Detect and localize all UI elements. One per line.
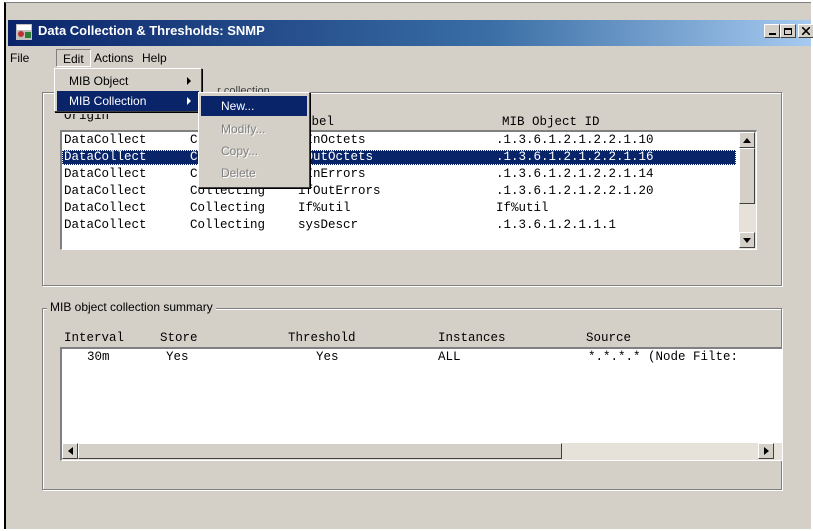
collection-header: Origin abel MIB Object ID: [64, 114, 754, 128]
col-mib-object-id[interactable]: MIB Object ID: [502, 115, 600, 128]
row-mib-id: .1.3.6.1.2.1.1.1: [496, 218, 617, 232]
close-icon: [802, 27, 810, 35]
minimize-icon: [768, 33, 776, 35]
collection-row[interactable]: DataCollect Collecting ifOutErrors .1.3.6.1…: [62, 184, 736, 199]
row-status: C: [190, 167, 198, 181]
menu-mib-object-label: MIB Object: [69, 74, 129, 88]
row-label: ifOutErrors: [298, 184, 381, 198]
maximize-icon: [784, 27, 792, 35]
col-interval[interactable]: Interval: [64, 331, 124, 345]
collection-row[interactable]: DataCollect CfInErrors .1.3.6.1.2.1.2.2.1.…: [62, 167, 736, 182]
row-origin: DataCollect: [64, 201, 147, 215]
row-mib-id: If%util: [496, 201, 549, 215]
row-label: If%util: [298, 201, 351, 215]
menu-delete[interactable]: Delete: [201, 163, 307, 183]
menu-mib-collection-label: MIB Collection: [69, 94, 147, 108]
title-bar[interactable]: Data Collection & Thresholds: SNMP: [8, 20, 813, 46]
menu-modify[interactable]: Modify...: [201, 119, 307, 139]
summary-interval: 30m: [87, 350, 110, 364]
row-origin: DataCollect: [64, 150, 147, 164]
row-origin: DataCollect: [64, 167, 147, 181]
collection-list[interactable]: DataCollect CfInOctets .1.3.6.1.2.1.2.2.1.…: [60, 130, 757, 250]
col-instances[interactable]: Instances: [438, 331, 506, 345]
hscroll-thumb[interactable]: [78, 443, 562, 459]
row-status: C: [190, 133, 198, 147]
scroll-right-button[interactable]: [758, 443, 774, 459]
menu-mib-collection[interactable]: MIB Collection: [57, 91, 199, 111]
menu-new[interactable]: New...: [201, 96, 307, 116]
row-label: sysDescr: [298, 218, 359, 232]
summary-group-label: MIB object collection summary: [47, 300, 216, 314]
row-origin: DataCollect: [64, 133, 147, 147]
menu-mib-object[interactable]: MIB Object: [57, 71, 199, 91]
row-mib-id: .1.3.6.1.2.1.2.2.1.14: [496, 167, 654, 181]
edit-menu: MIB Object MIB Collection: [54, 68, 202, 112]
scroll-thumb[interactable]: [739, 148, 755, 204]
arrow-down-icon: [743, 237, 751, 243]
col-threshold[interactable]: Threshold: [288, 331, 356, 345]
arrow-left-icon: [67, 447, 73, 455]
summary-header: Interval Store Threshold Instances Sourc…: [64, 331, 764, 347]
collection-submenu: New... Modify... Copy... Delete: [198, 92, 310, 188]
collection-row[interactable]: DataCollect CfOutOctets .1.3.6.1.2.1.2.2.1…: [62, 150, 736, 165]
close-button[interactable]: [798, 24, 813, 38]
row-mib-id: .1.3.6.1.2.1.2.2.1.16: [496, 150, 654, 164]
summary-hscroll[interactable]: [62, 443, 782, 460]
summary-list[interactable]: 30m Yes Yes ALL *.*.*.* (Node Filte:: [60, 347, 782, 461]
summary-store: Yes: [166, 350, 189, 364]
row-mib-id: .1.3.6.1.2.1.2.2.1.20: [496, 184, 654, 198]
summary-instances: ALL: [438, 350, 461, 364]
menu-edit[interactable]: Edit: [56, 49, 91, 67]
minimize-button[interactable]: [764, 24, 780, 38]
submenu-arrow-icon: [187, 97, 191, 105]
menu-actions[interactable]: Actions: [88, 49, 139, 67]
summary-threshold: Yes: [316, 350, 339, 364]
menu-copy[interactable]: Copy...: [201, 141, 307, 161]
scroll-up-button[interactable]: [739, 132, 755, 148]
app-icon: [16, 24, 32, 40]
menu-file[interactable]: File: [4, 49, 35, 67]
row-status: C: [190, 150, 198, 164]
col-store[interactable]: Store: [160, 331, 198, 345]
arrow-right-icon: [763, 447, 769, 455]
scroll-down-button[interactable]: [739, 232, 755, 248]
scroll-left-button[interactable]: [62, 443, 78, 459]
row-mib-id: .1.3.6.1.2.1.2.2.1.10: [496, 133, 654, 147]
col-source[interactable]: Source: [586, 331, 631, 345]
collection-row[interactable]: DataCollect CfInOctets .1.3.6.1.2.1.2.2.1.…: [62, 133, 736, 148]
submenu-arrow-icon: [187, 77, 191, 85]
row-status: Collecting: [190, 218, 266, 232]
summary-source: *.*.*.* (Node Filte:: [588, 350, 739, 364]
menu-bar: File Edit Actions Help: [4, 48, 811, 68]
collection-row[interactable]: DataCollect Collecting If%util If%util: [62, 201, 736, 216]
row-origin: DataCollect: [64, 184, 147, 198]
maximize-button[interactable]: [780, 24, 796, 38]
row-status: Collecting: [190, 201, 266, 215]
row-origin: DataCollect: [64, 218, 147, 232]
summary-row[interactable]: 30m Yes Yes ALL *.*.*.* (Node Filte:: [62, 350, 782, 365]
collection-row[interactable]: DataCollect Collecting sysDescr .1.3.6.1.2.…: [62, 218, 736, 233]
window-title: Data Collection & Thresholds: SNMP: [38, 23, 265, 38]
collection-vscroll[interactable]: [739, 132, 756, 249]
col-origin[interactable]: Origin: [64, 114, 109, 123]
menu-help[interactable]: Help: [136, 49, 173, 67]
arrow-up-icon: [743, 137, 751, 143]
